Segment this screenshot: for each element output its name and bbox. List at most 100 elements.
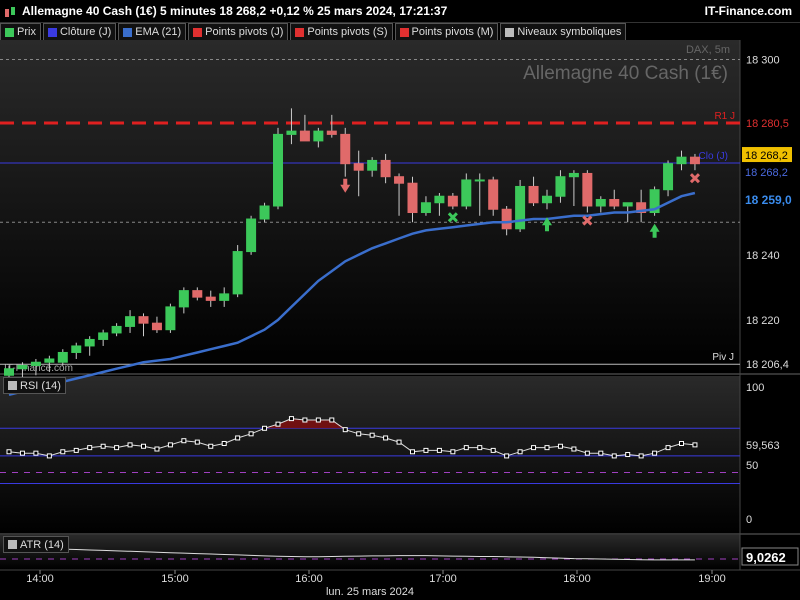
rsi-point xyxy=(423,447,429,453)
candle-body xyxy=(595,198,606,207)
candle-body xyxy=(676,156,687,165)
atr-pane-bg xyxy=(0,535,740,569)
watermark-sub: DAX, 5m xyxy=(686,44,730,56)
r1-line-label: R1 J xyxy=(714,111,735,122)
rsi-point xyxy=(598,450,604,456)
rsi-point xyxy=(356,431,362,437)
rsi-point xyxy=(262,425,268,431)
candle-body xyxy=(111,325,122,334)
last-price-label: 18 268,2 xyxy=(745,150,788,162)
rsi-point xyxy=(571,446,577,452)
time-tick-label: 19:00 xyxy=(698,573,726,585)
rsi-point xyxy=(477,445,483,451)
rsi-point xyxy=(6,449,12,455)
candle-body xyxy=(30,361,41,366)
pivot-line-label: Piv J xyxy=(712,352,734,363)
close-axis-label: 18 268,2 xyxy=(745,167,788,179)
time-tick-label: 15:00 xyxy=(161,573,189,585)
rsi-point xyxy=(208,443,214,449)
time-tick-label: 16:00 xyxy=(295,573,323,585)
candle-body xyxy=(299,130,310,142)
rsi-point xyxy=(463,445,469,451)
candle-body xyxy=(609,198,620,207)
rsi-point xyxy=(100,443,106,449)
candle-body xyxy=(4,368,14,376)
candle-body xyxy=(165,306,176,331)
rsi-point xyxy=(436,447,442,453)
time-tick-label: 18:00 xyxy=(563,573,591,585)
rsi-point xyxy=(369,432,375,438)
candle-body xyxy=(98,332,109,340)
rsi-point xyxy=(584,450,590,456)
candle-body xyxy=(259,205,270,220)
rsi-point xyxy=(517,449,523,455)
candle-body xyxy=(394,176,405,184)
candle-body xyxy=(178,290,189,308)
rsi-point xyxy=(73,447,79,453)
rsi-point xyxy=(181,438,187,444)
candle-body xyxy=(568,172,579,178)
atr-tag-label: ATR (14) xyxy=(20,538,64,551)
candle-body xyxy=(246,218,257,253)
price-tick-label: 18 300 xyxy=(746,55,780,67)
candle-body xyxy=(192,290,203,298)
price-tick-label: 18 220 xyxy=(746,315,780,327)
rsi-point xyxy=(33,450,39,456)
candle-body xyxy=(138,316,149,324)
rsi-point xyxy=(504,453,510,459)
candle-body xyxy=(488,179,499,210)
rsi-point xyxy=(46,453,52,459)
candle-body xyxy=(84,338,95,347)
candle-body xyxy=(232,251,243,295)
rsi-point xyxy=(557,443,563,449)
rsi-point xyxy=(302,417,308,423)
candle-body xyxy=(555,176,566,197)
rsi-point xyxy=(315,417,321,423)
candle-body xyxy=(205,296,216,301)
rsi-point xyxy=(625,452,631,458)
candle-body xyxy=(501,208,512,230)
rsi-pane-tag[interactable]: RSI (14) xyxy=(3,377,66,394)
rsi-point xyxy=(692,442,698,448)
candle-body xyxy=(57,351,68,363)
candle-body xyxy=(689,156,700,165)
rsi-point xyxy=(679,440,684,446)
rsi-point xyxy=(342,427,348,433)
rsi-point xyxy=(652,450,658,456)
time-tick-label: 14:00 xyxy=(26,573,54,585)
rsi-point xyxy=(329,417,335,423)
time-tick-label: 17:00 xyxy=(429,573,457,585)
rsi-point xyxy=(490,447,496,453)
rsi-point xyxy=(275,421,281,427)
candle-body xyxy=(515,185,526,230)
rsi-point xyxy=(235,435,241,441)
rsi-point xyxy=(665,445,671,451)
atr-pane-tag[interactable]: ATR (14) xyxy=(3,536,69,553)
rsi-point xyxy=(288,416,294,422)
candle-body xyxy=(44,358,55,363)
rsi-point xyxy=(167,442,173,448)
price-tick-label: 18 240 xyxy=(746,250,780,262)
candle-body xyxy=(219,293,230,301)
candle-body xyxy=(420,202,431,214)
rsi-tag-label: RSI (14) xyxy=(20,379,61,392)
candle-body xyxy=(367,159,378,171)
candle-body xyxy=(461,179,472,207)
rsi-point xyxy=(19,450,25,456)
close-line-label: Clo (J) xyxy=(699,151,728,162)
candle-body xyxy=(286,130,297,135)
rsi-point xyxy=(154,446,160,452)
rsi-point xyxy=(60,449,66,455)
chart-canvas[interactable]: DAX, 5mAllemagne 40 Cash (1€)IT-Finance.… xyxy=(0,0,800,600)
rsi-value-label: 59,563 xyxy=(746,440,780,452)
rsi-point xyxy=(248,431,254,437)
watermark-name: Allemagne 40 Cash (1€) xyxy=(523,63,728,84)
candle-body xyxy=(313,130,324,142)
candle-body xyxy=(407,182,418,214)
rsi-point xyxy=(114,445,120,451)
rsi-axis-label: 0 xyxy=(746,514,752,526)
candle-body xyxy=(326,130,337,135)
candle-body xyxy=(542,195,552,204)
rsi-swatch-icon xyxy=(8,381,17,390)
rsi-axis-label: 100 xyxy=(746,382,764,394)
